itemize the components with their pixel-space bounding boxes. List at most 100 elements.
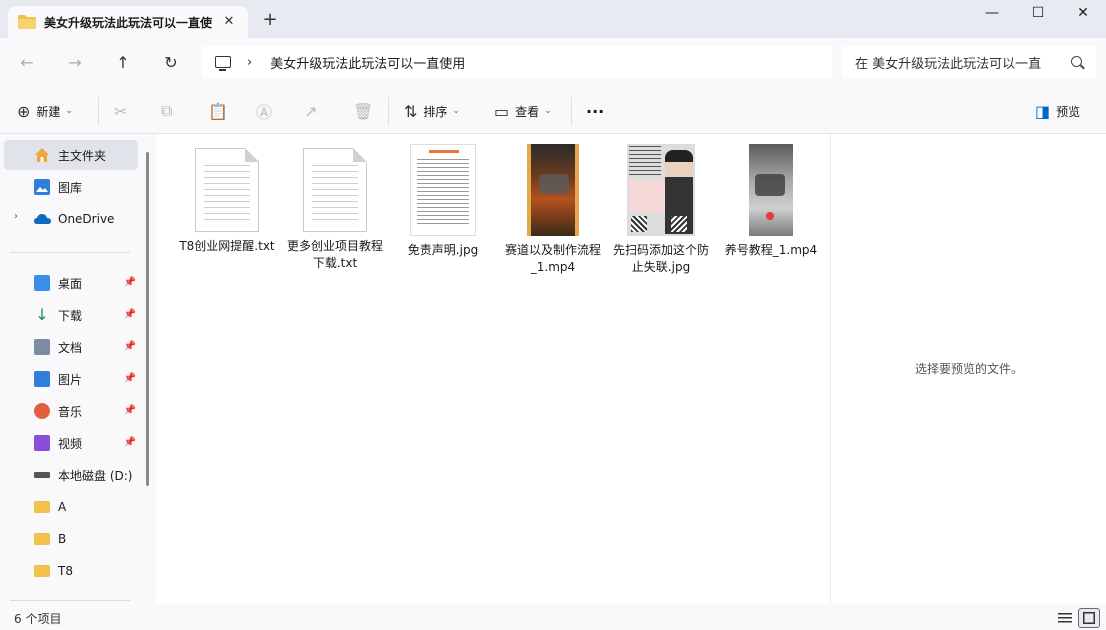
sidebar-item-onedrive[interactable]: › OneDrive (4, 204, 138, 234)
new-button[interactable]: ⊕ 新建 ⌄ (17, 99, 73, 123)
close-button[interactable]: ✕ (1060, 0, 1106, 28)
text-file-icon (303, 148, 367, 232)
details-view-button[interactable] (1054, 608, 1076, 628)
sidebar-item-downloads[interactable]: ↓ 下载 📌 (4, 300, 138, 330)
breadcrumb-current[interactable]: 美女升级玩法此玩法可以一直使用 (270, 53, 465, 72)
tab-current-folder[interactable]: 美女升级玩法此玩法可以一直使 ✕ (8, 6, 248, 38)
large-icons-view-icon (1083, 612, 1095, 624)
address-bar[interactable]: › 美女升级玩法此玩法可以一直使用 (202, 46, 832, 78)
divider (388, 97, 389, 125)
folder-icon (18, 15, 36, 29)
pin-icon: 📌 (123, 277, 136, 288)
cut-icon: ✂ (114, 101, 128, 121)
pin-icon: 📌 (123, 341, 136, 352)
file-item[interactable]: 更多创业项目教程下载.txt (282, 144, 388, 272)
large-icons-view-button[interactable] (1078, 608, 1100, 628)
item-count: 6 个项目 (14, 612, 62, 626)
sort-label: 排序 (423, 104, 448, 119)
sidebar-item-gallery[interactable]: 图库 (4, 172, 138, 202)
sidebar-item-documents[interactable]: 文档 📌 (4, 332, 138, 362)
search-input[interactable]: 在 美女升级玩法此玩法可以一直 (842, 46, 1096, 78)
rename-button[interactable]: Ⓐ (256, 99, 278, 123)
more-options-button[interactable]: ··· (586, 99, 604, 123)
tab-close-icon[interactable]: ✕ (220, 13, 238, 31)
sidebar-item-folder-a[interactable]: A (4, 492, 138, 522)
search-icon[interactable] (1071, 56, 1082, 67)
sidebar-item-label: 音乐 (58, 404, 83, 419)
gallery-icon (34, 179, 50, 195)
minimize-button[interactable]: — (969, 0, 1015, 28)
view-label: 查看 (515, 104, 540, 119)
drive-icon (34, 472, 50, 478)
preview-pane-button[interactable]: ◨ 预览 (1035, 99, 1080, 123)
search-placeholder: 在 美女升级玩法此玩法可以一直 (855, 56, 1042, 72)
sidebar-item-home[interactable]: 主文件夹 (4, 140, 138, 170)
text-file-icon (195, 148, 259, 232)
sidebar-item-label: A (58, 500, 67, 514)
desktop-icon (34, 275, 50, 291)
file-item[interactable]: 赛道以及制作流程_1.mp4 (500, 144, 606, 276)
sidebar-item-pictures[interactable]: 图片 📌 (4, 364, 138, 394)
sidebar-item-label: 视频 (58, 436, 83, 451)
image-thumbnail (627, 144, 695, 236)
back-button[interactable]: ← (14, 50, 40, 76)
share-icon: ↗ (304, 101, 318, 121)
sidebar-item-folder-b[interactable]: B (4, 524, 138, 554)
file-item[interactable]: T8创业网提醒.txt (174, 144, 280, 255)
paste-icon: 📋 (208, 101, 228, 121)
forward-button[interactable]: → (62, 50, 88, 76)
sort-button[interactable]: ⇅ 排序 ⌄ (404, 99, 460, 123)
sidebar-item-desktop[interactable]: 桌面 📌 (4, 268, 138, 298)
document-icon (34, 339, 50, 355)
file-item[interactable]: 先扫码添加这个防止失联.jpg (608, 144, 714, 276)
file-item[interactable]: 免责声明.jpg (390, 144, 496, 259)
preview-pane: 选择要预览的文件。 (830, 134, 1106, 604)
expand-chevron-icon[interactable]: › (14, 211, 18, 222)
title-bar: 美女升级玩法此玩法可以一直使 ✕ + — ☐ ✕ (0, 0, 1106, 38)
sidebar-item-label: T8 (58, 564, 73, 578)
sidebar-item-drive-d[interactable]: 本地磁盘 (D:) (4, 460, 138, 490)
pin-icon: 📌 (123, 373, 136, 384)
sidebar-item-label: OneDrive (58, 212, 115, 226)
address-row: ← → ↑ ↻ › 美女升级玩法此玩法可以一直使用 在 美女升级玩法此玩法可以一… (0, 38, 1106, 88)
computer-icon (215, 56, 231, 71)
chevron-down-icon: ⌄ (65, 106, 73, 116)
rename-icon: Ⓐ (256, 103, 273, 122)
folder-icon (34, 565, 50, 577)
status-bar: 6 个项目 (0, 604, 1106, 630)
sidebar-item-music[interactable]: 音乐 📌 (4, 396, 138, 426)
sidebar-divider (10, 252, 130, 253)
tab-title: 美女升级玩法此玩法可以一直使 (44, 15, 212, 30)
up-button[interactable]: ↑ (110, 50, 136, 76)
cut-button[interactable]: ✂ (114, 99, 133, 123)
video-icon (34, 435, 50, 451)
view-button[interactable]: ▭ 查看 ⌄ (494, 99, 552, 123)
details-view-icon (1058, 613, 1072, 623)
share-button[interactable]: ↗ (304, 99, 323, 123)
sidebar-item-label: 图库 (58, 180, 83, 195)
file-item[interactable]: 养号教程_1.mp4 (718, 144, 824, 259)
command-bar: ⊕ 新建 ⌄ ✂ ⧉ 📋 Ⓐ ↗ 🗑 ⇅ 排序 ⌄ ▭ 查看 ⌄ ··· ◨ 预… (0, 88, 1106, 134)
navigation-pane: 主文件夹 图库 › OneDrive 桌面 📌 ↓ 下载 📌 文档 📌 图片 📌… (0, 134, 156, 604)
breadcrumb-chevron-icon[interactable]: › (247, 55, 252, 70)
copy-button[interactable]: ⧉ (161, 99, 178, 123)
sidebar-item-label: 图片 (58, 372, 83, 387)
preview-message: 选择要预览的文件。 (914, 362, 1023, 376)
file-name: 养号教程_1.mp4 (724, 243, 818, 257)
sidebar-item-folder-t8[interactable]: T8 (4, 556, 138, 586)
refresh-button[interactable]: ↻ (158, 50, 184, 76)
paste-button[interactable]: 📋 (208, 99, 234, 123)
copy-icon: ⧉ (161, 101, 173, 120)
new-label: 新建 (36, 104, 61, 119)
sort-icon: ⇅ (404, 101, 418, 121)
sidebar-item-label: 桌面 (58, 276, 83, 291)
delete-button[interactable]: 🗑 (353, 99, 379, 123)
divider (98, 97, 99, 125)
home-icon (34, 147, 50, 163)
maximize-button[interactable]: ☐ (1015, 0, 1061, 28)
folder-icon (34, 533, 50, 545)
music-icon (34, 403, 50, 419)
sidebar-item-videos[interactable]: 视频 📌 (4, 428, 138, 458)
sidebar-scrollbar[interactable] (146, 152, 149, 486)
new-tab-button[interactable]: + (260, 10, 280, 30)
